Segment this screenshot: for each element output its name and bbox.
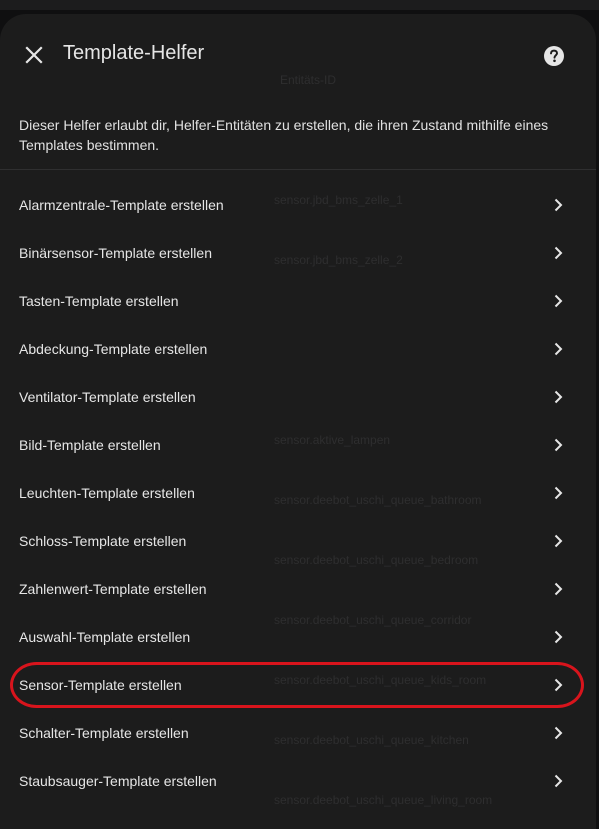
divider: [0, 169, 596, 170]
chevron-right-icon: [554, 630, 563, 644]
list-item-label: Staubsauger-Template erstellen: [19, 773, 217, 789]
list-item-cover[interactable]: Abdeckung-Template erstellen: [0, 325, 596, 373]
template-helper-dialog: Entitäts-ID sensor.jbd_bms_zelle_1 senso…: [0, 14, 596, 829]
list-item-vacuum[interactable]: Staubsauger-Template erstellen: [0, 757, 596, 805]
chevron-right-icon: [554, 582, 563, 596]
list-item-button[interactable]: Tasten-Template erstellen: [0, 277, 596, 325]
chevron-right-icon: [554, 774, 563, 788]
chevron-right-icon: [554, 486, 563, 500]
list-item-sensor[interactable]: Sensor-Template erstellen: [0, 661, 596, 709]
list-item-alarm-control-panel[interactable]: Alarmzentrale-Template erstellen: [0, 181, 596, 229]
list-item-label: Schalter-Template erstellen: [19, 725, 189, 741]
help-circle-icon: [544, 46, 564, 66]
list-item-label: Sensor-Template erstellen: [19, 677, 182, 693]
list-item-number[interactable]: Zahlenwert-Template erstellen: [0, 565, 596, 613]
list-item-label: Leuchten-Template erstellen: [19, 485, 195, 501]
list-item-binary-sensor[interactable]: Binärsensor-Template erstellen: [0, 229, 596, 277]
chevron-right-icon: [554, 294, 563, 308]
list-item-label: Abdeckung-Template erstellen: [19, 341, 208, 357]
help-button[interactable]: [540, 42, 568, 70]
list-item-image[interactable]: Bild-Template erstellen: [0, 421, 596, 469]
list-item-lock[interactable]: Schloss-Template erstellen: [0, 517, 596, 565]
list-item-label: Zahlenwert-Template erstellen: [19, 581, 207, 597]
chevron-right-icon: [554, 726, 563, 740]
dialog-title: Template-Helfer: [63, 42, 205, 64]
background-topbar: [0, 0, 599, 10]
chevron-right-icon: [554, 678, 563, 692]
chevron-right-icon: [554, 390, 563, 404]
chevron-right-icon: [554, 246, 563, 260]
list-item-label: Binärsensor-Template erstellen: [19, 245, 212, 261]
chevron-right-icon: [554, 534, 563, 548]
dialog-header: Template-Helfer: [0, 14, 596, 92]
list-item-label: Ventilator-Template erstellen: [19, 389, 196, 405]
list-item-switch[interactable]: Schalter-Template erstellen: [0, 709, 596, 757]
chevron-right-icon: [554, 438, 563, 452]
chevron-right-icon: [554, 198, 563, 212]
list-item-select[interactable]: Auswahl-Template erstellen: [0, 613, 596, 661]
close-button[interactable]: [18, 39, 50, 71]
list-item-light[interactable]: Leuchten-Template erstellen: [0, 469, 596, 517]
list-item-fan[interactable]: Ventilator-Template erstellen: [0, 373, 596, 421]
list-item-label: Schloss-Template erstellen: [19, 533, 187, 549]
list-item-label: Alarmzentrale-Template erstellen: [19, 197, 224, 213]
template-type-list: Alarmzentrale-Template erstellen Binärse…: [0, 181, 596, 805]
list-item-label: Auswahl-Template erstellen: [19, 629, 191, 645]
dialog-description: Dieser Helfer erlaubt dir, Helfer-Entitä…: [19, 117, 549, 153]
list-item-label: Tasten-Template erstellen: [19, 293, 179, 309]
list-item-label: Bild-Template erstellen: [19, 437, 161, 453]
chevron-right-icon: [554, 342, 563, 356]
close-icon: [25, 46, 43, 64]
